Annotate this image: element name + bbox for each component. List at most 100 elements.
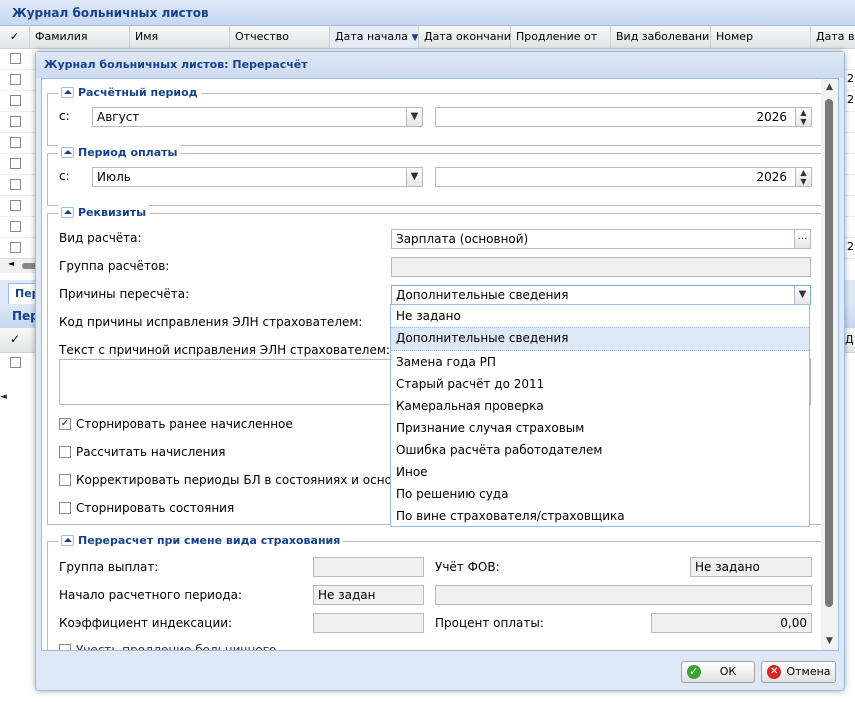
ok-button[interactable]: ОК: [681, 661, 755, 683]
storno-states-checkbox[interactable]: Сторнировать состояния: [59, 501, 234, 517]
collapse-icon[interactable]: [61, 86, 74, 98]
period-end-field: [435, 585, 812, 605]
scroll-down-icon[interactable]: ▼: [821, 633, 838, 650]
dropdown-option[interactable]: По вине страхователя/страховщика: [391, 505, 809, 527]
row-checkbox[interactable]: [10, 95, 21, 106]
collapse-icon[interactable]: [61, 206, 74, 218]
checkbox-icon[interactable]: [59, 501, 71, 514]
pay-group-label: Группа выплат:: [59, 560, 159, 574]
pay-period-legend-label: Период оплаты: [78, 146, 178, 159]
column-header-end-date[interactable]: Дата окончания: [419, 26, 511, 48]
dropdown-option[interactable]: Камеральная проверка: [391, 395, 809, 417]
requisites-legend: Реквизиты: [58, 205, 150, 221]
reasons-dropdown-list[interactable]: Не задано Дополнительные сведения Замена…: [390, 304, 810, 527]
column-header-start-date[interactable]: Дата начала ▼: [330, 26, 419, 48]
index-coef-field: [313, 613, 424, 633]
pay-period-legend: Период оплаты: [58, 145, 181, 161]
row-checkbox[interactable]: [10, 116, 21, 127]
calc-period-month-value: Август: [97, 110, 140, 124]
collapse-icon[interactable]: [61, 534, 74, 546]
pay-percent-field: 0,00: [651, 613, 812, 633]
storno-checkbox[interactable]: ✓ Сторнировать ранее начисленное: [59, 417, 293, 433]
column-header-disease-type[interactable]: Вид заболевания: [611, 26, 711, 48]
scroll-up-icon[interactable]: ▲: [821, 79, 838, 96]
dialog-vertical-scrollbar[interactable]: ▲ ▼: [821, 79, 838, 650]
dropdown-option[interactable]: Иное: [391, 461, 809, 483]
column-header-lastname[interactable]: Фамилия: [30, 26, 130, 48]
chevron-down-icon[interactable]: ▼: [406, 108, 422, 126]
calc-accruals-checkbox[interactable]: Рассчитать начисления: [59, 445, 226, 461]
column-header-extension[interactable]: Продление от: [511, 26, 611, 48]
dropdown-option[interactable]: По решению суда: [391, 483, 809, 505]
correct-periods-checkbox[interactable]: Корректировать периоды БЛ в состояниях и…: [59, 473, 436, 489]
spinner-icon[interactable]: ▲ ▼: [795, 168, 811, 186]
calc-accruals-checkbox-label: Рассчитать начисления: [76, 445, 226, 459]
reasons-select[interactable]: Дополнительные сведения ▼: [391, 285, 811, 305]
requisites-legend-label: Реквизиты: [78, 206, 147, 219]
row-checkbox[interactable]: [10, 158, 21, 169]
fov-field: Не задано: [690, 557, 812, 577]
scrollbar-thumb[interactable]: [825, 99, 833, 607]
dropdown-option[interactable]: Ошибка расчёта работодателем: [391, 439, 809, 461]
cancel-button[interactable]: Отмена: [761, 661, 836, 683]
fov-value: Не задано: [695, 560, 760, 574]
calc-type-field[interactable]: Зарплата (основной) …: [391, 229, 811, 249]
checkbox-checked-icon[interactable]: ✓: [59, 417, 71, 430]
row-checkbox[interactable]: [10, 200, 21, 211]
period-start-field: Не задан: [313, 585, 424, 605]
pay-period-from-label: с:: [59, 169, 70, 183]
dropdown-option[interactable]: Не задано: [391, 305, 809, 327]
storno-states-checkbox-label: Сторнировать состояния: [76, 501, 235, 515]
select-all-check-icon[interactable]: ✓: [0, 26, 30, 48]
row-checkbox[interactable]: [10, 74, 21, 85]
select-all-check-icon[interactable]: ✓: [10, 332, 20, 346]
period-start-value: Не задан: [318, 588, 376, 602]
pay-period-month-value: Июль: [97, 170, 131, 184]
ok-button-label: ОК: [719, 665, 737, 678]
row-checkbox[interactable]: [10, 221, 21, 232]
calc-period-from-label: с:: [59, 109, 70, 123]
pay-percent-label: Процент оплаты:: [435, 616, 544, 630]
extension-checkbox-label: Учесть продление больничного: [76, 643, 277, 651]
checkbox-icon[interactable]: [59, 643, 71, 650]
splitter-handle-icon[interactable]: ◄: [0, 392, 7, 402]
column-header-firstname[interactable]: Имя: [130, 26, 230, 48]
column-header-issue-date[interactable]: Дата вы: [811, 26, 855, 48]
column-header-date[interactable]: Д: [845, 333, 854, 346]
calc-period-month-select[interactable]: Август ▼: [92, 107, 423, 127]
row-checkbox[interactable]: [10, 179, 21, 190]
cancel-x-icon: [767, 662, 781, 682]
column-header-patronymic[interactable]: Отчество: [230, 26, 330, 48]
checkbox-icon[interactable]: [59, 445, 71, 458]
calc-period-legend: Расчётный период: [58, 85, 201, 101]
fov-label: Учёт ФОВ:: [435, 560, 500, 574]
row-checkbox[interactable]: [10, 53, 21, 64]
correct-periods-checkbox-label: Корректировать периоды БЛ в состояниях и…: [76, 473, 437, 487]
horizontal-scrollbar[interactable]: ◄: [0, 258, 40, 273]
pay-period-year-field[interactable]: 2026 ▲ ▼: [435, 167, 812, 187]
calc-period-year-value: 2026: [756, 110, 787, 124]
chevron-down-icon[interactable]: ▼: [406, 168, 422, 186]
column-header-number[interactable]: Номер: [711, 26, 811, 48]
eln-text-label: Текст с причиной исправления ЭЛН страхов…: [59, 343, 390, 357]
dropdown-option[interactable]: Старый расчёт до 2011: [391, 373, 809, 395]
dropdown-option-selected[interactable]: Дополнительные сведения: [391, 327, 809, 351]
chevron-down-icon[interactable]: ▼: [794, 286, 810, 304]
calc-period-year-field[interactable]: 2026 ▲ ▼: [435, 107, 812, 127]
calc-period-legend-label: Расчётный период: [78, 86, 198, 99]
pay-period-group: Период оплаты с: Июль ▼ 2026 ▲ ▼: [47, 145, 822, 206]
ellipsis-icon[interactable]: …: [794, 230, 810, 248]
insurance-change-legend-label: Перерасчет при смене вида страхования: [78, 534, 341, 547]
dropdown-option[interactable]: Замена года РП: [391, 351, 809, 373]
checkbox-icon[interactable]: [59, 473, 71, 486]
pay-period-year-value: 2026: [756, 170, 787, 184]
pay-period-month-select[interactable]: Июль ▼: [92, 167, 423, 187]
dropdown-option[interactable]: Признание случая страховым: [391, 417, 809, 439]
row-checkbox[interactable]: [10, 357, 21, 368]
row-checkbox[interactable]: [10, 137, 21, 148]
scroll-left-icon[interactable]: ◄: [8, 259, 14, 268]
extension-checkbox[interactable]: Учесть продление больничного: [59, 643, 277, 651]
spinner-icon[interactable]: ▲ ▼: [795, 108, 811, 126]
row-checkbox[interactable]: [10, 242, 21, 253]
collapse-icon[interactable]: [61, 146, 74, 158]
